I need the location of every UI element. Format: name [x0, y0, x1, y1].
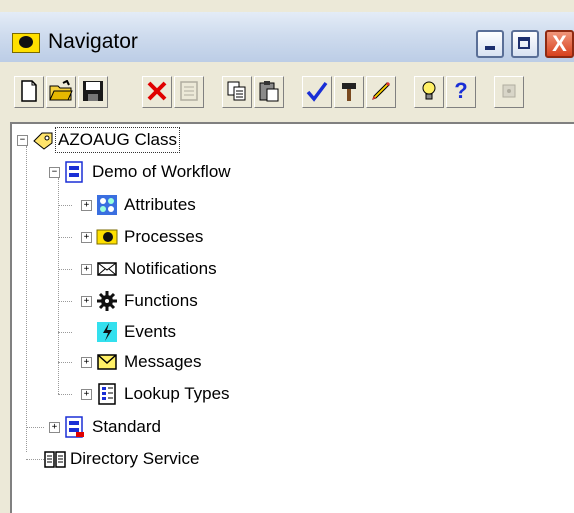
expand-toggle[interactable]: + — [81, 232, 92, 243]
tree-node-label[interactable]: AZOAUG Class — [54, 127, 181, 153]
close-button[interactable]: X — [545, 30, 574, 58]
stop-button[interactable] — [494, 76, 524, 108]
paste-button[interactable] — [254, 76, 284, 108]
tree-node-label[interactable]: Processes — [124, 225, 203, 249]
navigator-app-icon — [12, 33, 40, 53]
open-button[interactable] — [46, 76, 76, 108]
tree-connector — [58, 205, 72, 206]
copy-button[interactable] — [222, 76, 252, 108]
expand-toggle[interactable]: + — [81, 357, 92, 368]
tree-node-label[interactable]: Standard — [92, 415, 161, 439]
tree-connector — [58, 332, 72, 333]
help-icon: ? — [454, 78, 468, 103]
open-folder-icon — [49, 80, 73, 101]
window-title: Navigator — [48, 30, 138, 53]
save-icon — [83, 81, 103, 101]
tree-connector — [26, 459, 44, 460]
tree-connector — [58, 301, 72, 302]
properties-icon — [180, 81, 198, 101]
tree-node-label[interactable]: Notifications — [124, 257, 217, 281]
title-bar[interactable]: Navigator X — [0, 12, 574, 62]
verify-button[interactable] — [302, 76, 332, 108]
help-button[interactable]: ? — [446, 76, 476, 108]
maximize-button[interactable] — [511, 30, 539, 58]
expand-toggle[interactable]: + — [81, 200, 92, 211]
toolbar: ? — [0, 62, 574, 122]
new-button[interactable] — [14, 76, 44, 108]
navigator-window: Navigator X ? − AZOAUG Class − Demo of W… — [0, 0, 574, 513]
gear-icon — [97, 291, 117, 311]
workflow-icon — [65, 161, 83, 183]
navigator-tree-panel[interactable]: − AZOAUG Class − Demo of Workflow + Attr… — [10, 122, 574, 513]
expand-toggle[interactable]: + — [81, 264, 92, 275]
expand-toggle[interactable]: + — [81, 389, 92, 400]
tree-node-label[interactable]: Messages — [124, 350, 201, 374]
new-document-icon — [21, 80, 37, 102]
verify-icon — [306, 81, 328, 102]
tree-connector — [58, 362, 72, 363]
delete-icon — [147, 81, 167, 101]
paste-icon — [259, 81, 279, 102]
save-button[interactable] — [78, 76, 108, 108]
hint-button[interactable] — [414, 76, 444, 108]
close-icon: X — [552, 31, 567, 56]
tree-node-label[interactable]: Demo of Workflow — [92, 160, 231, 184]
directory-book-icon — [44, 451, 66, 468]
tree-connector — [58, 237, 72, 238]
message-icon — [97, 354, 117, 370]
tree-connector — [58, 394, 72, 395]
expand-toggle[interactable]: + — [49, 422, 60, 433]
edit-button[interactable] — [366, 76, 396, 108]
stop-icon — [502, 84, 516, 98]
envelope-icon — [97, 262, 117, 276]
tree-connector — [58, 269, 72, 270]
tree-node-label[interactable]: Events — [124, 320, 176, 344]
lookup-icon — [98, 383, 116, 405]
lightbulb-icon — [422, 81, 436, 100]
tree-connector — [26, 146, 27, 452]
tree-node-label[interactable]: Directory Service — [70, 447, 199, 471]
expand-toggle[interactable]: + — [81, 296, 92, 307]
tree-node-label[interactable]: Attributes — [124, 193, 196, 217]
tree-node-label[interactable]: Lookup Types — [124, 382, 230, 406]
lightning-icon — [97, 322, 117, 342]
processes-icon — [96, 229, 118, 245]
item-type-icon — [33, 132, 53, 150]
edit-pencil-icon — [372, 81, 391, 100]
standard-icon — [65, 416, 84, 438]
delete-button[interactable] — [142, 76, 172, 108]
properties-button[interactable] — [174, 76, 204, 108]
collapse-toggle[interactable]: − — [49, 167, 60, 178]
build-button[interactable] — [334, 76, 364, 108]
tree-connector — [26, 427, 44, 428]
collapse-toggle[interactable]: − — [17, 135, 28, 146]
copy-icon — [227, 81, 246, 101]
tree-node-label[interactable]: Functions — [124, 289, 198, 313]
attributes-icon — [97, 195, 117, 215]
minimize-button[interactable] — [476, 30, 504, 58]
hammer-icon — [342, 83, 356, 101]
